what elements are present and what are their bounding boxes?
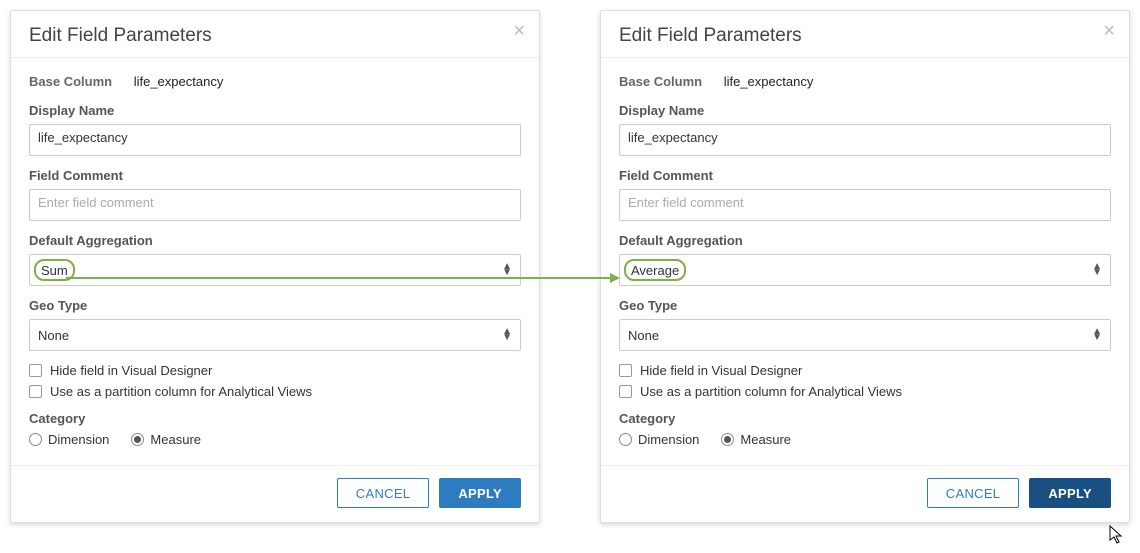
- field-comment-input[interactable]: Enter field comment: [619, 189, 1111, 221]
- geo-type-select[interactable]: None ▲▼: [29, 319, 521, 351]
- base-column-value: life_expectancy: [724, 74, 814, 89]
- field-comment-input[interactable]: Enter field comment: [29, 189, 521, 221]
- base-column-row: Base Column life_expectancy: [29, 68, 521, 103]
- edit-field-parameters-dialog-before: Edit Field Parameters × Base Column life…: [10, 10, 540, 523]
- close-icon[interactable]: ×: [1103, 21, 1115, 41]
- category-label: Category: [619, 411, 1111, 426]
- display-name-input[interactable]: life_expectancy: [619, 124, 1111, 156]
- select-arrows-icon: ▲▼: [1092, 264, 1102, 276]
- apply-button[interactable]: APPLY: [439, 478, 521, 508]
- field-comment-label: Field Comment: [619, 168, 1111, 183]
- select-arrows-icon: ▲▼: [502, 264, 512, 276]
- base-column-row: Base Column life_expectancy: [619, 68, 1111, 103]
- partition-label: Use as a partition column for Analytical…: [50, 384, 312, 399]
- default-aggregation-value: Average: [631, 263, 679, 278]
- geo-type-select[interactable]: None ▲▼: [619, 319, 1111, 351]
- radio-icon: [131, 433, 144, 446]
- geo-type-value: None: [38, 328, 69, 343]
- default-aggregation-select[interactable]: Sum ▲▼: [29, 254, 521, 286]
- geo-type-label: Geo Type: [29, 298, 521, 313]
- field-comment-placeholder: Enter field comment: [628, 195, 744, 210]
- hide-field-label: Hide field in Visual Designer: [50, 363, 212, 378]
- checkbox-icon: [619, 364, 632, 377]
- display-name-label: Display Name: [619, 103, 1111, 118]
- dialog-body: Base Column life_expectancy Display Name…: [601, 58, 1129, 465]
- base-column-label: Base Column: [29, 74, 112, 89]
- base-column-label: Base Column: [619, 74, 702, 89]
- category-dimension-radio[interactable]: Dimension: [619, 432, 699, 447]
- partition-label: Use as a partition column for Analytical…: [640, 384, 902, 399]
- dialog-header: Edit Field Parameters ×: [601, 11, 1129, 58]
- dialog-footer: CANCEL APPLY: [11, 465, 539, 522]
- apply-button[interactable]: APPLY: [1029, 478, 1111, 508]
- category-dimension-radio[interactable]: Dimension: [29, 432, 109, 447]
- display-name-input-value: life_expectancy: [38, 130, 128, 145]
- default-aggregation-select[interactable]: Average ▲▼: [619, 254, 1111, 286]
- cancel-button[interactable]: CANCEL: [337, 478, 430, 508]
- checkbox-icon: [29, 364, 42, 377]
- geo-type-label: Geo Type: [619, 298, 1111, 313]
- checkbox-icon: [619, 385, 632, 398]
- close-icon[interactable]: ×: [513, 21, 525, 41]
- cancel-button-label: CANCEL: [356, 486, 411, 501]
- cursor-icon: [1109, 525, 1125, 545]
- radio-icon: [619, 433, 632, 446]
- dialog-title: Edit Field Parameters: [29, 25, 521, 47]
- select-arrows-icon: ▲▼: [502, 329, 512, 341]
- category-label: Category: [29, 411, 521, 426]
- default-aggregation-highlight: Sum: [34, 259, 75, 281]
- geo-type-value: None: [628, 328, 659, 343]
- base-column-value: life_expectancy: [134, 74, 224, 89]
- display-name-label: Display Name: [29, 103, 521, 118]
- default-aggregation-highlight: Average: [624, 259, 686, 281]
- apply-button-label: APPLY: [1048, 486, 1092, 501]
- cancel-button[interactable]: CANCEL: [927, 478, 1020, 508]
- display-name-input-value: life_expectancy: [628, 130, 718, 145]
- checkbox-icon: [29, 385, 42, 398]
- default-aggregation-label: Default Aggregation: [619, 233, 1111, 248]
- field-comment-placeholder: Enter field comment: [38, 195, 154, 210]
- select-arrows-icon: ▲▼: [1092, 329, 1102, 341]
- hide-field-checkbox-row[interactable]: Hide field in Visual Designer: [619, 363, 1111, 378]
- partition-checkbox-row[interactable]: Use as a partition column for Analytical…: [29, 384, 521, 399]
- partition-checkbox-row[interactable]: Use as a partition column for Analytical…: [619, 384, 1111, 399]
- category-measure-label: Measure: [740, 432, 791, 447]
- dialog-header: Edit Field Parameters ×: [11, 11, 539, 58]
- apply-button-label: APPLY: [458, 486, 502, 501]
- dialog-footer: CANCEL APPLY: [601, 465, 1129, 522]
- category-dimension-label: Dimension: [638, 432, 699, 447]
- hide-field-checkbox-row[interactable]: Hide field in Visual Designer: [29, 363, 521, 378]
- display-name-input[interactable]: life_expectancy: [29, 124, 521, 156]
- default-aggregation-label: Default Aggregation: [29, 233, 521, 248]
- default-aggregation-value: Sum: [41, 263, 68, 278]
- dialog-body: Base Column life_expectancy Display Name…: [11, 58, 539, 465]
- category-dimension-label: Dimension: [48, 432, 109, 447]
- category-measure-radio[interactable]: Measure: [131, 432, 201, 447]
- radio-icon: [721, 433, 734, 446]
- hide-field-label: Hide field in Visual Designer: [640, 363, 802, 378]
- dialog-title: Edit Field Parameters: [619, 25, 1111, 47]
- field-comment-label: Field Comment: [29, 168, 521, 183]
- cancel-button-label: CANCEL: [946, 486, 1001, 501]
- radio-icon: [29, 433, 42, 446]
- category-measure-radio[interactable]: Measure: [721, 432, 791, 447]
- category-measure-label: Measure: [150, 432, 201, 447]
- edit-field-parameters-dialog-after: Edit Field Parameters × Base Column life…: [600, 10, 1130, 523]
